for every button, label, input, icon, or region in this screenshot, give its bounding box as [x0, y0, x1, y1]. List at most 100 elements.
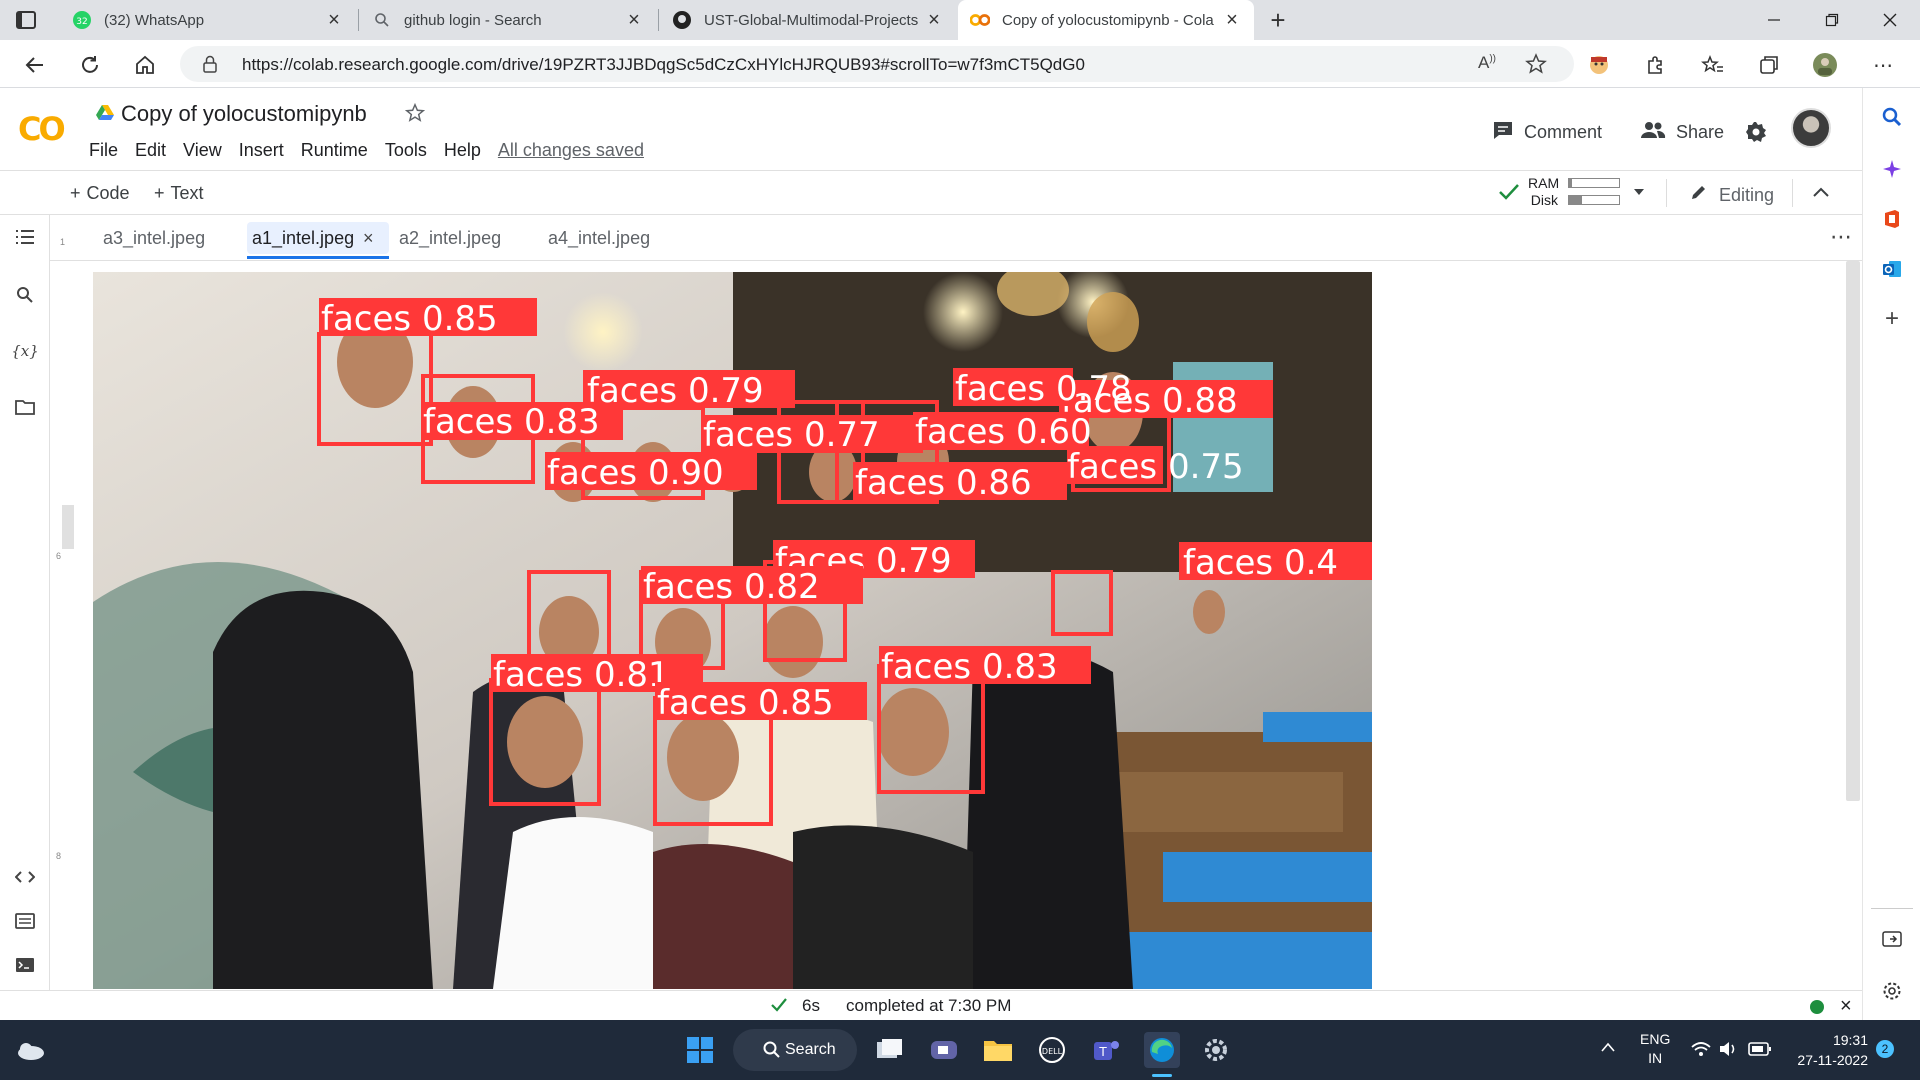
teams-icon[interactable]: T	[1088, 1032, 1124, 1068]
search-icon[interactable]	[1879, 104, 1905, 130]
pencil-icon	[1690, 185, 1713, 205]
user-avatar[interactable]	[1791, 108, 1831, 148]
language-indicator[interactable]: ENG IN	[1640, 1030, 1670, 1068]
teams-chat-icon[interactable]	[926, 1032, 962, 1068]
close-tab-icon[interactable]: ×	[1222, 9, 1242, 31]
read-aloud-icon[interactable]: A))	[1478, 53, 1496, 73]
menu-tools[interactable]: Tools	[385, 140, 427, 161]
image-viewer-tabs: a3_intel.jpeg a1_intel.jpeg × a2_intel.j…	[50, 216, 1862, 261]
back-icon[interactable]	[20, 50, 50, 80]
close-tab-icon[interactable]: ×	[624, 9, 644, 31]
browser-tab-github-repo[interactable]: UST-Global-Multimodal-Projects ×	[660, 0, 956, 40]
file-explorer-icon[interactable]	[980, 1032, 1016, 1068]
share-button[interactable]: Share	[1640, 118, 1724, 146]
image-tab-a4[interactable]: a4_intel.jpeg	[548, 228, 650, 249]
add-icon[interactable]: +	[1879, 305, 1905, 332]
image-tab-a3[interactable]: a3_intel.jpeg	[103, 228, 205, 249]
browser-tab-github-search[interactable]: github login - Search ×	[360, 0, 656, 40]
home-icon[interactable]	[130, 50, 160, 80]
resources-dropdown-icon[interactable]	[1632, 185, 1646, 203]
close-window-icon[interactable]	[1872, 4, 1908, 36]
close-tab-icon[interactable]: ×	[324, 9, 344, 31]
taskbar-search[interactable]: Search	[733, 1029, 857, 1071]
command-palette-icon[interactable]	[13, 909, 37, 933]
add-code-button[interactable]: + Code	[70, 183, 130, 204]
url-text[interactable]: https://colab.research.google.com/drive/…	[242, 55, 1085, 75]
outlook-icon[interactable]	[1879, 256, 1905, 282]
add-text-button[interactable]: + Text	[154, 183, 204, 204]
more-options-icon[interactable]: ⋯	[1870, 52, 1896, 78]
svg-text:32: 32	[76, 17, 87, 27]
notebook-title[interactable]: Copy of yolocustomipynb	[121, 101, 367, 127]
dell-icon[interactable]: DELL	[1034, 1032, 1070, 1068]
tab-actions-icon[interactable]	[14, 8, 38, 32]
save-status[interactable]: All changes saved	[498, 140, 644, 161]
image-tab-a2[interactable]: a2_intel.jpeg	[399, 228, 501, 249]
edge-icon[interactable]	[1144, 1032, 1180, 1068]
star-icon[interactable]	[404, 102, 426, 129]
restore-icon[interactable]	[1814, 4, 1850, 36]
extensions-puzzle-icon[interactable]	[1642, 52, 1668, 78]
discover-sparkle-icon[interactable]	[1879, 156, 1905, 182]
menu-file[interactable]: File	[89, 140, 118, 161]
vertical-scrollbar[interactable]	[1846, 261, 1860, 801]
weather-icon[interactable]	[12, 1032, 48, 1068]
execution-completed[interactable]: completed at 7:30 PM	[846, 996, 1011, 1016]
sidebar-toggle-icon[interactable]	[1879, 926, 1905, 952]
clock[interactable]: 19:31 27-11-2022	[1790, 1030, 1868, 1070]
detection-output-image: faces 0.85 faces 0.83 faces 0.79 faces 0…	[93, 272, 1372, 989]
colab-header: CO Copy of yolocustomipynb File Edit Vie…	[0, 88, 1862, 170]
lock-icon[interactable]	[202, 55, 218, 78]
search-icon[interactable]	[13, 283, 37, 307]
comment-button[interactable]: Comment	[1492, 118, 1602, 146]
extension-face-icon[interactable]	[1586, 52, 1612, 78]
new-tab-button[interactable]: +	[1264, 6, 1292, 34]
detection-label: faces 0.79	[587, 371, 764, 411]
wifi-icon[interactable]	[1690, 1040, 1712, 1063]
colab-logo[interactable]: CO	[18, 110, 66, 148]
volume-icon[interactable]	[1718, 1040, 1740, 1063]
task-view-icon[interactable]	[872, 1032, 908, 1068]
menu-insert[interactable]: Insert	[239, 140, 284, 161]
close-tab-icon[interactable]: ×	[363, 228, 374, 249]
browser-tab-colab[interactable]: Copy of yolocustomipynb - Cola ×	[958, 0, 1254, 40]
collapse-chevron-icon[interactable]	[1812, 185, 1830, 204]
address-bar[interactable]: https://colab.research.google.com/drive/…	[180, 46, 1574, 82]
menu-bar: File Edit View Insert Runtime Tools Help…	[89, 140, 661, 161]
folder-icon[interactable]	[13, 395, 37, 419]
menu-help[interactable]: Help	[444, 140, 481, 161]
favorites-icon[interactable]	[1700, 52, 1726, 78]
code-snippets-icon[interactable]	[13, 865, 37, 889]
minimize-icon[interactable]	[1756, 4, 1792, 36]
table-of-contents-icon[interactable]	[13, 225, 37, 249]
detection-label: faces 0.4	[1183, 543, 1338, 583]
menu-view[interactable]: View	[183, 140, 222, 161]
settings-gear-icon[interactable]	[1744, 118, 1768, 146]
edge-sidebar: +	[1862, 88, 1920, 1020]
detection-label: faces 0.82	[643, 567, 820, 607]
terminal-icon[interactable]	[13, 953, 37, 977]
resources-labels[interactable]: RAM Disk	[1528, 175, 1559, 209]
menu-runtime[interactable]: Runtime	[301, 140, 368, 161]
svg-text:T: T	[1098, 1045, 1107, 1059]
editing-mode-button[interactable]: Editing	[1690, 183, 1774, 206]
refresh-icon[interactable]	[75, 50, 105, 80]
office-icon[interactable]	[1879, 206, 1905, 232]
settings-gear-icon[interactable]	[1198, 1032, 1234, 1068]
profile-avatar-icon[interactable]	[1812, 52, 1838, 78]
variables-icon[interactable]: {x}	[11, 339, 39, 363]
favorite-star-icon[interactable]	[1524, 52, 1548, 81]
windows-start-icon[interactable]	[682, 1032, 718, 1068]
image-tab-a1[interactable]: a1_intel.jpeg	[252, 228, 354, 249]
notification-badge[interactable]: 2	[1876, 1040, 1894, 1058]
more-options-icon[interactable]: ⋯	[1830, 224, 1852, 250]
close-tab-icon[interactable]: ×	[924, 9, 944, 31]
browser-tab-whatsapp[interactable]: 32 (32) WhatsApp ×	[60, 0, 356, 40]
close-icon[interactable]: ×	[1840, 995, 1852, 1018]
settings-gear-icon[interactable]	[1879, 978, 1905, 1004]
menu-edit[interactable]: Edit	[135, 140, 166, 161]
collections-icon[interactable]	[1756, 52, 1782, 78]
show-hidden-icons-chevron[interactable]	[1600, 1040, 1616, 1058]
battery-icon[interactable]	[1748, 1041, 1772, 1062]
detection-label: faces 0.85	[321, 299, 498, 339]
